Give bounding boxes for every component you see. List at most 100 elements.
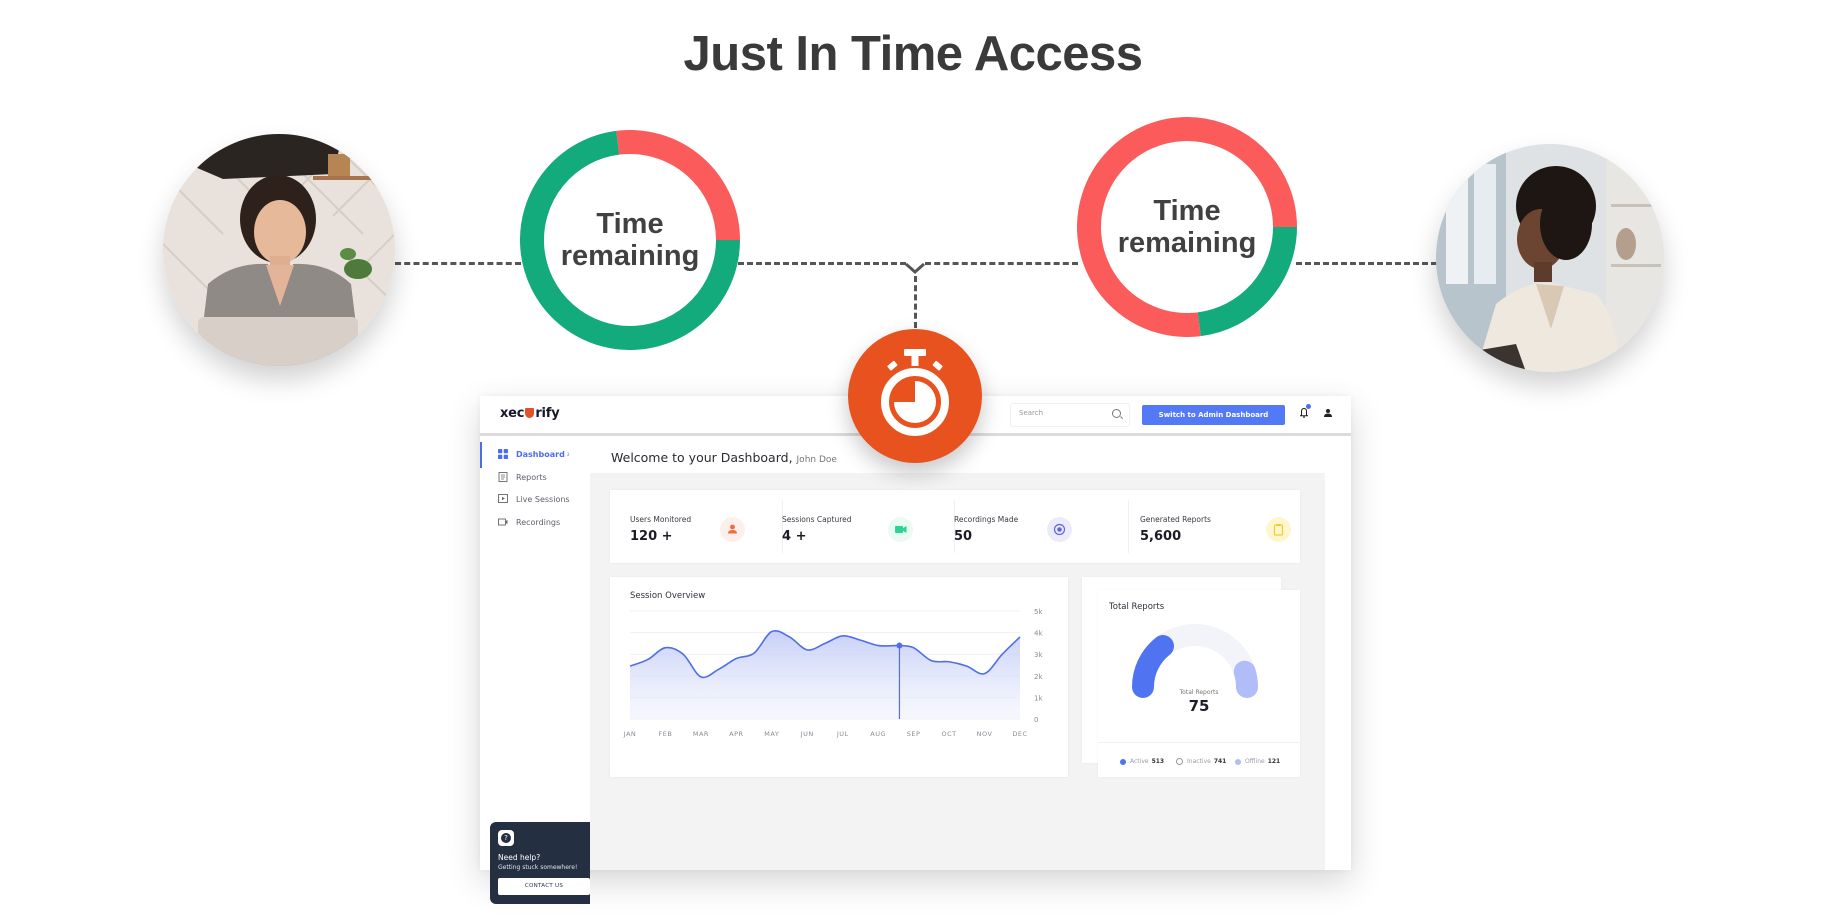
time-remaining-ring-right: Time remaining: [1077, 117, 1297, 337]
y-tick-label: 4k: [1034, 630, 1043, 638]
ring-right-label-line2: remaining: [1117, 227, 1257, 259]
sidebar: Dashboard 3 Reports Live Sessions Record…: [480, 436, 590, 904]
y-tick-label: 0: [1034, 716, 1038, 724]
brand-logo[interactable]: xec rify: [500, 406, 560, 421]
connector-line-left: [395, 262, 521, 265]
x-tick-label: JUN: [800, 730, 814, 738]
total-reports-gauge: [1132, 624, 1258, 698]
legend-label: Offline: [1245, 758, 1265, 765]
video-icon: [498, 518, 508, 526]
total-reports-card: Total Reports Total Reports 75 Active 513…: [1098, 590, 1300, 777]
brand-logo-prefix: xec: [500, 406, 525, 421]
gauge-active-segment: [1132, 635, 1174, 698]
x-tick-label: JAN: [623, 730, 637, 738]
dashboard-window: xec rify Search Switch to Admin Dashboard…: [480, 396, 1351, 904]
legend-label: Inactive: [1187, 758, 1211, 765]
stat-label: Recordings Made: [954, 515, 1019, 524]
welcome-text: Welcome to your Dashboard,: [611, 450, 793, 465]
session-overview-card: Session Overview 0 1k 2k 3k 4k 5k JAN FEB MAR APR…: [610, 577, 1068, 777]
play-icon: [498, 494, 508, 503]
help-title: Need help?: [498, 853, 541, 862]
active-indicator: [480, 442, 482, 468]
x-tick-label: NOV: [977, 730, 993, 738]
x-tick-label: APR: [729, 730, 743, 738]
sidebar-item-live-sessions[interactable]: Live Sessions: [498, 492, 570, 506]
connector-line-right: [1296, 262, 1446, 265]
sidebar-item-label: Live Sessions: [516, 494, 570, 504]
y-tick-label: 5k: [1034, 608, 1043, 616]
left-user-photo: [163, 134, 395, 366]
sidebar-item-reports[interactable]: Reports: [498, 470, 547, 484]
stat-label: Generated Reports: [1140, 515, 1211, 524]
ring-left-label-line1: Time: [596, 208, 664, 240]
stat-label: Sessions Captured: [782, 515, 852, 524]
stats-card: Users Monitored 120 + Sessions Captured …: [610, 490, 1300, 563]
ring-left-label-line2: remaining: [560, 240, 700, 272]
connector-line-middle-left: [738, 262, 906, 265]
ring-right-label-line1: Time: [1153, 195, 1221, 227]
x-tick-label: FEB: [659, 730, 673, 738]
stat-users-monitored: Users Monitored 120 +: [610, 490, 782, 563]
record-icon: [1047, 517, 1072, 542]
contact-us-button[interactable]: CONTACT US: [498, 878, 590, 895]
legend-value: 121: [1267, 758, 1281, 765]
stat-value: 5,600: [1140, 529, 1182, 544]
legend-value: 741: [1213, 758, 1227, 765]
search-icon[interactable]: [1112, 409, 1121, 418]
clipboard-icon: [1266, 517, 1291, 542]
connector-junction: [905, 262, 925, 275]
help-subtitle: Getting stuck somewhere!: [498, 864, 578, 871]
search-placeholder: Search: [1019, 409, 1044, 417]
time-remaining-ring-left: Time remaining: [520, 130, 740, 350]
switch-to-admin-dashboard-button[interactable]: Switch to Admin Dashboard: [1142, 405, 1285, 425]
notification-badge: [1306, 404, 1311, 409]
page-title: Just In Time Access: [683, 27, 1143, 81]
stat-recordings-made: Recordings Made 50: [954, 490, 1126, 563]
sidebar-item-label: Recordings: [516, 517, 561, 527]
connector-line-middle-right: [925, 262, 1078, 265]
gauge-legend: Active 513 Inactive 741 Offline 121: [1098, 742, 1300, 778]
legend-dot: [1176, 758, 1183, 765]
sidebar-item-label: Reports: [516, 472, 547, 482]
legend-label: Active: [1130, 758, 1149, 765]
user-icon: [720, 517, 745, 542]
sidebar-item-badge: 3: [566, 451, 570, 457]
gauge-center-value: 75: [1188, 697, 1210, 715]
main-content: Users Monitored 120 + Sessions Captured …: [590, 473, 1325, 870]
welcome-user-name: John Doe: [796, 455, 837, 465]
y-tick-label: 2k: [1034, 673, 1043, 681]
y-tick-label: 3k: [1034, 651, 1043, 659]
x-tick-label: MAY: [764, 730, 779, 738]
user-icon[interactable]: [1323, 408, 1333, 418]
welcome-heading: Welcome to your Dashboard, John Doe: [611, 450, 837, 465]
stat-label: Users Monitored: [630, 515, 692, 524]
legend-item-active: Active 513: [1120, 758, 1164, 765]
x-tick-label: OCT: [942, 730, 957, 738]
search-input[interactable]: Search: [1010, 403, 1130, 427]
sidebar-item-label: Dashboard: [516, 449, 565, 459]
stopwatch-badge: [848, 329, 982, 463]
legend-dot: [1120, 758, 1126, 765]
stat-value: 120 +: [630, 529, 673, 544]
brand-logo-suffix: rify: [535, 406, 560, 421]
connector-line-vertical: [914, 276, 917, 328]
stat-generated-reports: Generated Reports 5,600: [1128, 490, 1300, 563]
y-tick-label: 1k: [1034, 694, 1043, 702]
report-icon: [498, 472, 508, 482]
sidebar-item-recordings[interactable]: Recordings: [498, 515, 560, 529]
hover-point[interactable]: [896, 642, 903, 649]
session-overview-chart: 0 1k 2k 3k 4k 5k JAN FEB MAR APR MAY JUN JUL AUG SEP OC…: [623, 608, 1044, 738]
stat-value: 4 +: [782, 529, 807, 544]
grid-icon: [498, 449, 508, 459]
legend-dot: [1235, 758, 1241, 765]
stat-sessions-captured: Sessions Captured 4 +: [782, 490, 954, 563]
sidebar-item-dashboard[interactable]: Dashboard 3: [498, 447, 570, 461]
x-tick-label: DEC: [1012, 730, 1027, 738]
legend-item-inactive: Inactive 741: [1176, 758, 1226, 765]
stopwatch-icon: [881, 349, 949, 436]
x-tick-label: SEP: [907, 730, 921, 738]
help-icon: ?: [498, 830, 514, 846]
gauge-center-label: Total Reports: [1179, 689, 1219, 696]
video-camera-icon: [888, 517, 913, 542]
legend-value: 513: [1151, 758, 1165, 765]
